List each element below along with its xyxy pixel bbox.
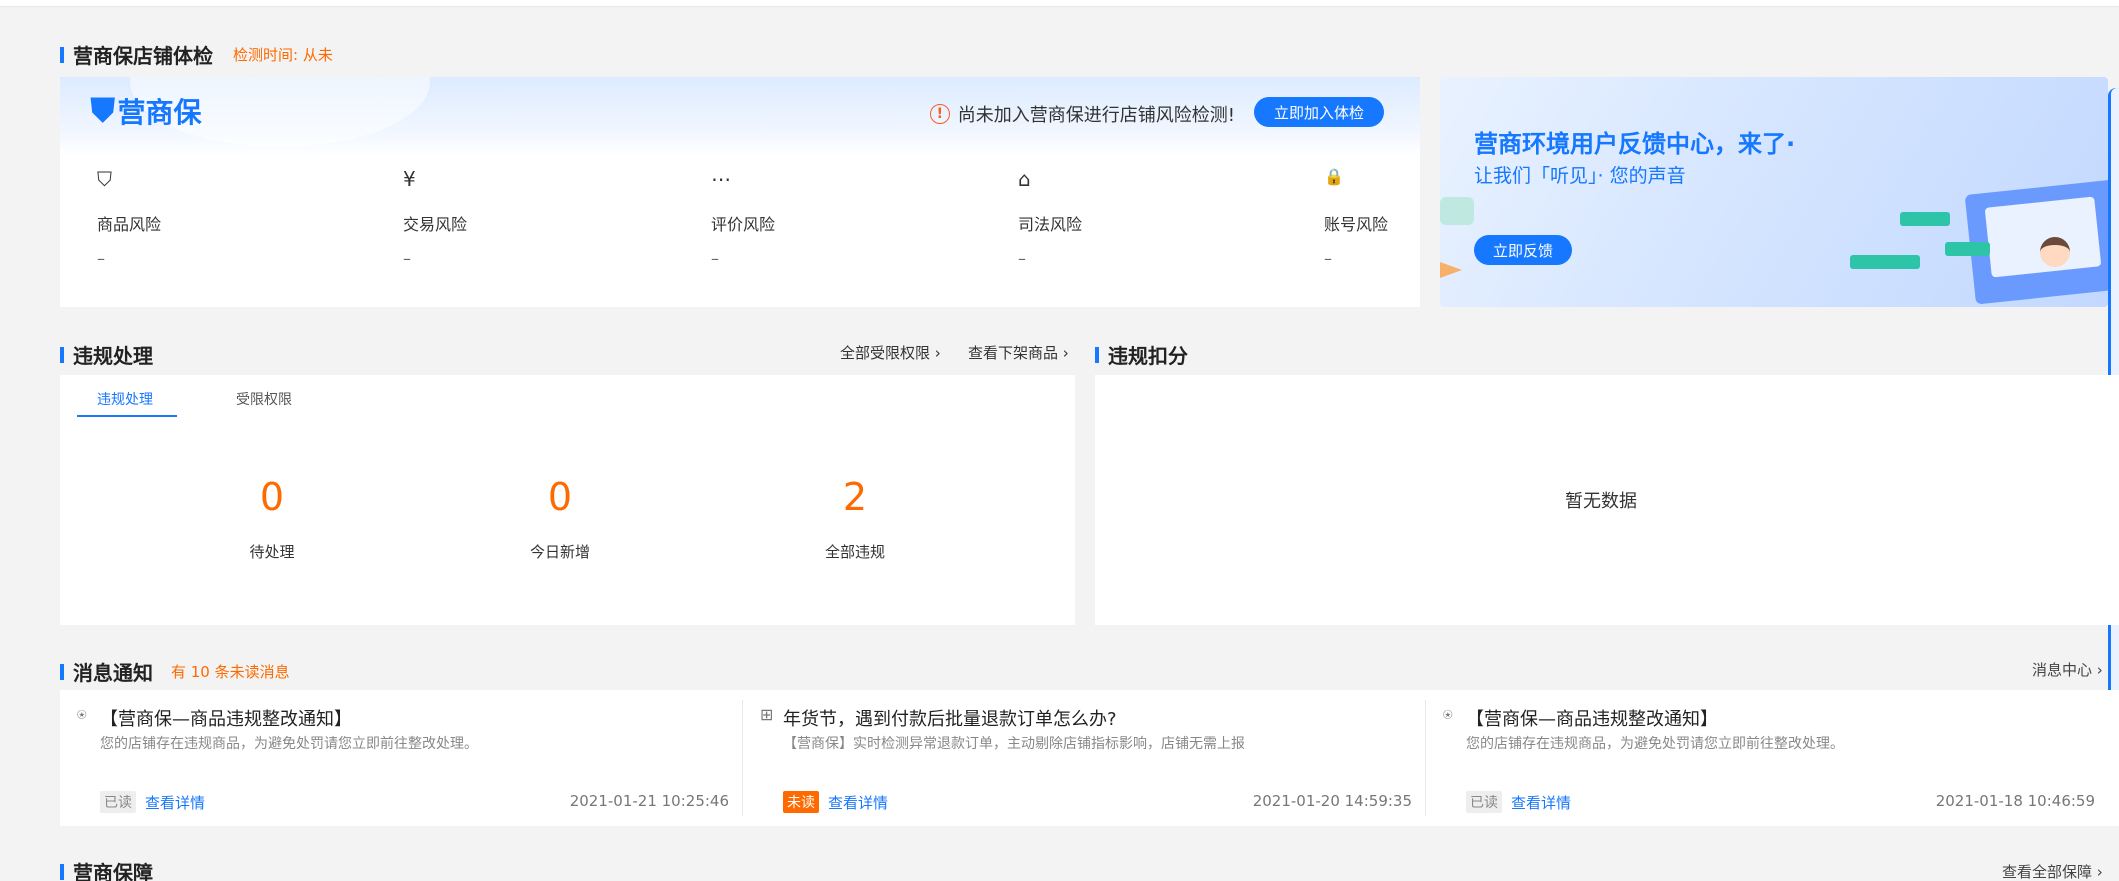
- risk-warning: ! 尚未加入营商保进行店铺风险检测!: [929, 101, 1235, 127]
- detail-link[interactable]: 查看详情: [145, 792, 205, 813]
- risk-value: –: [1018, 249, 1026, 268]
- violation-title: 违规处理: [73, 344, 153, 368]
- screen-illustration-inner: [1984, 196, 2102, 278]
- warning-text: 尚未加入营商保进行店铺风险检测!: [957, 105, 1235, 126]
- deduction-card: 暂无数据: [1095, 375, 2119, 625]
- tab-underline: [77, 415, 177, 417]
- tag-decoration: [1850, 255, 1920, 269]
- grid-icon: ⊞: [760, 705, 774, 724]
- detail-link[interactable]: 查看详情: [828, 792, 888, 813]
- notice-icon: ⍟: [77, 705, 87, 724]
- section-marker: [60, 863, 64, 880]
- section-marker: [1095, 346, 1099, 363]
- risk-label: 商品风险: [97, 215, 162, 234]
- violation-header: 违规处理: [60, 340, 153, 369]
- deduction-header: 违规扣分: [1095, 340, 1188, 369]
- shield-logo-icon: ⛊: [90, 91, 116, 131]
- deduction-title: 违规扣分: [1108, 344, 1188, 368]
- unread-note: 有 10 条未读消息: [171, 663, 290, 681]
- join-check-button[interactable]: 立即加入体检: [1254, 97, 1384, 127]
- section-marker: [60, 46, 64, 63]
- message-center-link[interactable]: 消息中心 ›: [2032, 659, 2103, 680]
- guarantee-title: 营商保障: [73, 861, 153, 881]
- court-icon: ⌂: [1018, 167, 1031, 191]
- message-title: 年货节，遇到付款后批量退款订单怎么办?: [783, 709, 1117, 730]
- store-check-header-bg: ⛊ 营商保 ! 尚未加入营商保进行店铺风险检测! 立即加入体检: [60, 77, 1420, 157]
- message-desc: 您的店铺存在违规商品，为避免处罚请您立即前往整改处理。: [100, 736, 478, 752]
- stat-total[interactable]: 2 全部违规: [775, 475, 935, 562]
- message-time: 2021-01-21 10:25:46: [569, 792, 729, 810]
- stat-value: 2: [842, 475, 868, 519]
- risk-item-trade[interactable]: ¥ 交易风险 –: [403, 167, 603, 268]
- yen-icon: ¥: [403, 167, 416, 191]
- tab-limits[interactable]: 受限权限: [236, 389, 292, 409]
- empty-state: 暂无数据: [1565, 491, 1637, 512]
- risk-value: –: [711, 249, 719, 268]
- violation-card: 违规处理 受限权限 0 待处理 0 今日新增 2 全部违规: [60, 375, 1075, 625]
- logo-name: 营商保: [117, 96, 202, 129]
- triangle-decoration: [1440, 262, 1462, 278]
- store-check-header: 营商保店铺体检 检测时间: 从未: [60, 40, 333, 69]
- feedback-banner[interactable]: 营商环境用户反馈中心，来了· 让我们「听见」· 您的声音 立即反馈: [1440, 77, 2108, 307]
- chat-icon: ⋯: [711, 167, 731, 191]
- status-badge: 已读: [1466, 791, 1502, 813]
- banner-headline: 营商环境用户反馈中心，来了·: [1474, 130, 1796, 158]
- risk-value: –: [1324, 249, 1332, 268]
- stat-label: 待处理: [249, 543, 295, 561]
- risk-item-review[interactable]: ⋯ 评价风险 –: [711, 167, 911, 268]
- risk-label: 交易风险: [403, 215, 468, 234]
- risk-label: 评价风险: [711, 215, 776, 234]
- list-item[interactable]: ⍟ 【营商保—商品违规整改通知】 您的店铺存在违规商品，为避免处罚请您立即前往整…: [1426, 690, 2109, 826]
- risk-item-legal[interactable]: ⌂ 司法风险 –: [1018, 167, 1218, 268]
- notice-icon: ⍟: [1443, 705, 1453, 724]
- warning-icon: !: [929, 104, 950, 124]
- message-time: 2021-01-18 10:46:59: [1935, 792, 2095, 810]
- store-check-title: 营商保店铺体检: [73, 44, 213, 68]
- status-badge: 已读: [100, 791, 136, 813]
- list-item[interactable]: ⊞ 年货节，遇到付款后批量退款订单怎么办? 【营商保】实时检测异常退款订单，主动…: [743, 690, 1426, 826]
- stat-value: 0: [259, 475, 285, 519]
- top-bar: [0, 0, 2119, 7]
- guarantee-header: 营商保障: [60, 857, 153, 881]
- message-title: 【营商保—商品违规整改通知】: [1466, 709, 1718, 730]
- bag-icon: ⛉: [97, 167, 112, 191]
- risk-item-goods[interactable]: ⛉ 商品风险 –: [97, 167, 297, 268]
- stat-label: 今日新增: [529, 543, 590, 561]
- message-time: 2021-01-20 14:59:35: [1252, 792, 1412, 810]
- stat-value: 0: [547, 475, 573, 519]
- tag-decoration: [1900, 212, 1950, 226]
- heart-decoration: [1440, 197, 1474, 225]
- stat-today[interactable]: 0 今日新增: [480, 475, 640, 562]
- risk-value: –: [97, 249, 105, 268]
- delisted-goods-link[interactable]: 查看下架商品 ›: [968, 342, 1069, 363]
- tab-violation[interactable]: 违规处理: [97, 389, 153, 409]
- message-desc: 【营商保】实时检测异常退款订单，主动剔除店铺指标影响，店铺无需上报: [783, 736, 1245, 752]
- all-guarantees-link[interactable]: 查看全部保障 ›: [2002, 861, 2103, 881]
- risk-label: 账号风险: [1324, 215, 1389, 234]
- tag-decoration: [1945, 242, 1990, 256]
- section-marker: [60, 663, 64, 680]
- risk-label: 司法风险: [1018, 215, 1083, 234]
- messages-title: 消息通知: [73, 661, 153, 685]
- risk-value: –: [403, 249, 411, 268]
- message-title: 【营商保—商品违规整改通知】: [100, 709, 352, 730]
- section-marker: [60, 346, 64, 363]
- stat-label: 全部违规: [824, 543, 885, 561]
- store-check-card: ⛊ 营商保 ! 尚未加入营商保进行店铺风险检测! 立即加入体检 ⛉ 商品风险 –…: [60, 77, 1420, 307]
- messages-header: 消息通知 有 10 条未读消息: [60, 657, 290, 686]
- detail-link[interactable]: 查看详情: [1511, 792, 1571, 813]
- logo: ⛊ 营商保: [90, 91, 202, 131]
- lock-icon: 🔒: [1324, 167, 1344, 186]
- banner-subline: 让我们「听见」· 您的声音: [1474, 165, 1686, 187]
- check-time: 检测时间: 从未: [233, 46, 333, 64]
- list-item[interactable]: ⍟ 【营商保—商品违规整改通知】 您的店铺存在违规商品，为避免处罚请您立即前往整…: [60, 690, 743, 826]
- stat-pending[interactable]: 0 待处理: [192, 475, 352, 562]
- message-desc: 您的店铺存在违规商品，为避免处罚请您立即前往整改处理。: [1466, 736, 1844, 752]
- avatar-illustration: [2040, 237, 2070, 267]
- risk-item-account[interactable]: 🔒 账号风险 –: [1324, 167, 1414, 268]
- messages-card: ⍟ 【营商保—商品违规整改通知】 您的店铺存在违规商品，为避免处罚请您立即前往整…: [60, 690, 2119, 826]
- feedback-button[interactable]: 立即反馈: [1474, 235, 1572, 265]
- all-limits-link[interactable]: 全部受限权限 ›: [840, 342, 941, 363]
- status-badge: 未读: [783, 791, 819, 813]
